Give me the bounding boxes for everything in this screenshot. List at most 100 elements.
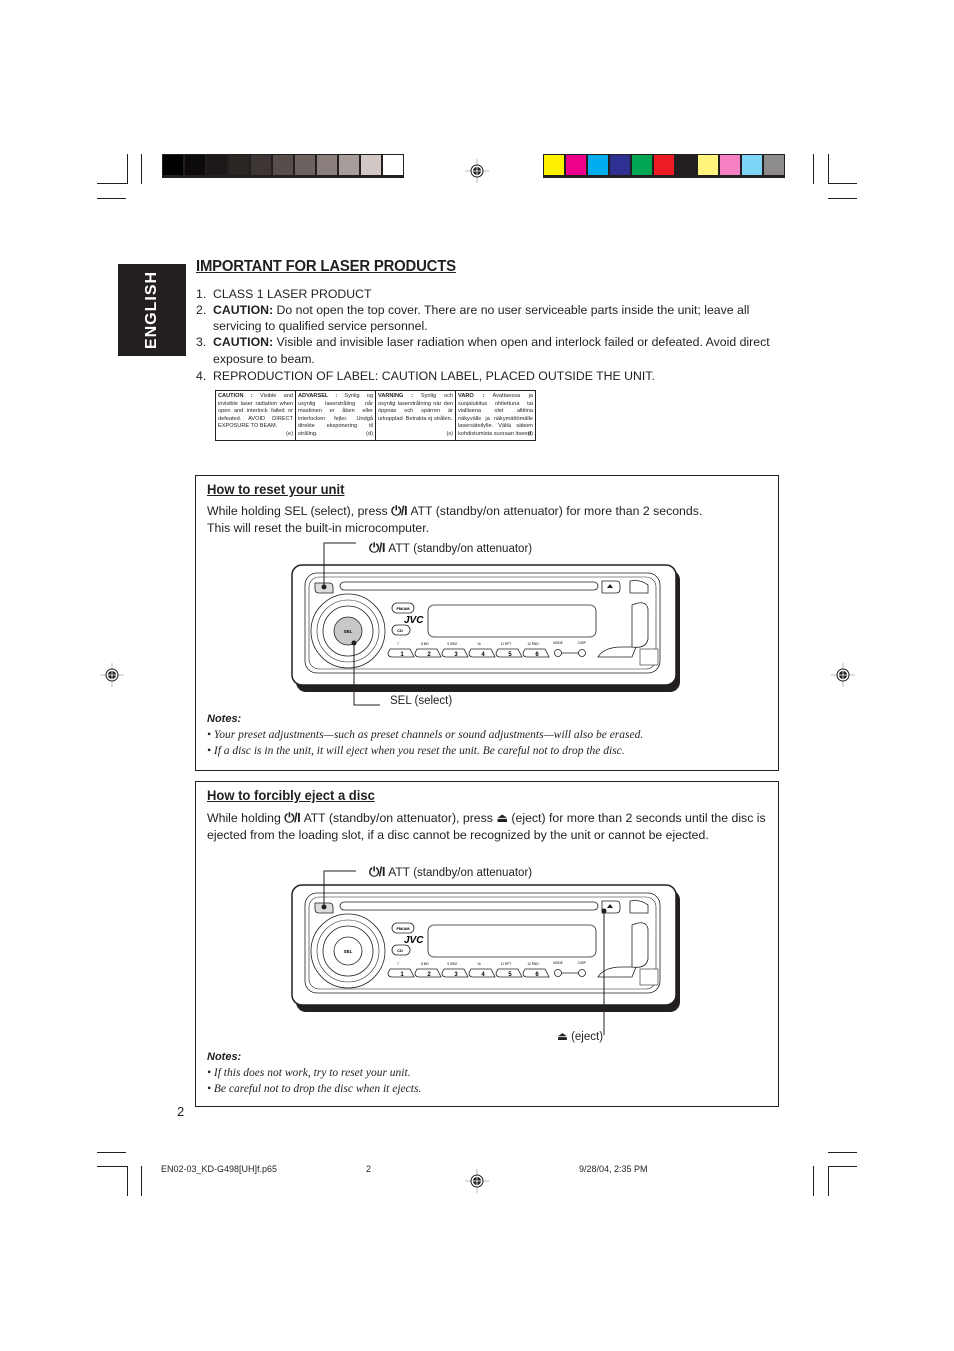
preset-caption: 8 MO <box>421 642 429 646</box>
grayscale-swatch <box>163 155 183 175</box>
note-item: • If this does not work, try to reset yo… <box>207 1067 411 1079</box>
car-stereo-illustration-eject: SELFM/AMCDJVC7 8 MO 9 SSM 10 11 RPT 12 RND1 2 3… <box>291 870 680 1035</box>
grayscale-swatch <box>229 155 249 175</box>
process-color-swatch <box>720 155 740 175</box>
mode-label: MODE <box>553 641 563 645</box>
leader-dot <box>321 904 327 910</box>
process-color-swatch <box>742 155 762 175</box>
note-item: • Your preset adjustments—such as preset… <box>207 729 644 741</box>
process-color-swatch <box>632 155 652 175</box>
crop-mark <box>813 154 814 184</box>
grayscale-swatch <box>185 155 205 175</box>
crop-mark <box>828 1152 857 1153</box>
registration-mark-icon <box>100 663 124 687</box>
crop-mark <box>828 198 857 199</box>
preset-caption: 10 <box>477 642 481 646</box>
preset-caption: 11 RPT <box>501 962 512 966</box>
cd-label: CD <box>397 628 403 633</box>
process-color-swatch <box>676 155 696 175</box>
preset-caption: 12 RND <box>527 642 539 646</box>
grayscale-swatch <box>361 155 381 175</box>
leader-dot <box>351 640 357 646</box>
grayscale-swatch <box>339 155 359 175</box>
grayscale-swatch <box>207 155 227 175</box>
fm-am-label: FM/AM <box>396 926 410 931</box>
reset-section-title: How to reset your unit <box>207 481 345 497</box>
page-number: 2 <box>177 1104 185 1119</box>
grayscale-color-bar <box>162 154 404 178</box>
detach-button <box>639 648 659 666</box>
leader-dot <box>601 908 607 914</box>
grayscale-swatch <box>383 155 403 175</box>
notes-title: Notes: <box>207 713 242 725</box>
disp-button <box>578 969 586 977</box>
laser-info-list: 1. CLASS 1 LASER PRODUCT 2. CAUTION: Do no… <box>196 286 786 384</box>
registration-mark-icon <box>831 663 855 687</box>
process-color-swatch <box>566 155 586 175</box>
preset-caption: 10 <box>477 962 481 966</box>
caution-label: CAUTION : Visible and invisible laser ra… <box>215 390 536 441</box>
preset-caption: 11 RPT <box>501 642 512 646</box>
power-icon: ⏻/I <box>284 810 301 825</box>
mode-button <box>554 649 562 657</box>
crop-mark <box>97 1152 126 1153</box>
brand-logo: JVC <box>404 935 424 946</box>
language-tab: ENGLISH <box>118 264 186 356</box>
preset-caption: 7 <box>397 642 399 646</box>
process-color-swatch <box>698 155 718 175</box>
process-color-bar <box>543 154 785 178</box>
crop-mark <box>127 1166 128 1196</box>
device-group: SELFM/AMCDJVC7 8 MO 9 SSM 10 11 RPT 12 RND1 2 3… <box>291 884 680 1012</box>
language-tab-label: ENGLISH <box>143 270 160 350</box>
footer-timestamp: 9/28/04, 2:35 PM <box>579 1164 648 1174</box>
list-item: 2. CAUTION: Do not open the top cover. Th… <box>196 303 750 333</box>
process-color-swatch <box>610 155 630 175</box>
disp-button <box>578 649 586 657</box>
list-item: 4. REPRODUCTION OF LABEL: CAUTION LABEL, … <box>196 369 655 383</box>
preset-caption: 12 RND <box>527 962 539 966</box>
reset-instructions: While holding SEL (select), press ⏻/I AT… <box>207 503 703 535</box>
sel-button-label: SEL <box>344 629 353 634</box>
preset-caption: 8 MO <box>421 962 429 966</box>
grayscale-swatch <box>317 155 337 175</box>
list-item: 1. CLASS 1 LASER PRODUCT <box>196 287 372 301</box>
caution-label-english: CAUTION : Visible and invisible laser ra… <box>216 391 296 440</box>
registration-mark-icon <box>465 1169 489 1193</box>
crop-mark <box>828 154 829 184</box>
crop-mark <box>141 1166 142 1196</box>
eject-section-title: How to forcibly eject a disc <box>207 787 375 803</box>
car-stereo-illustration-reset: SELFM/AMCDJVC7 8 MO 9 SSM 10 11 RPT 12 RND1 2 3… <box>291 542 680 706</box>
brand-logo: JVC <box>404 615 424 626</box>
display-window <box>427 604 597 638</box>
grayscale-swatch <box>273 155 293 175</box>
caution-label-swedish: VARNING : Synlig och osynlig laserstråln… <box>376 391 456 440</box>
arrow-buttons <box>631 602 649 648</box>
page-title: IMPORTANT FOR LASER PRODUCTS <box>196 258 456 275</box>
preset-caption: 9 SSM <box>447 642 457 646</box>
grayscale-swatch <box>295 155 315 175</box>
note-item: • Be careful not to drop the disc when i… <box>207 1083 422 1095</box>
crop-mark <box>141 154 142 184</box>
process-color-swatch <box>544 155 564 175</box>
crop-mark <box>828 1166 829 1196</box>
caution-label-danish: ADVARSEL : Synlig og usynlig laserstråli… <box>296 391 376 440</box>
list-item: 3. CAUTION: Visible and invisible laser r… <box>196 335 770 366</box>
cd-label: CD <box>397 948 403 953</box>
display-window <box>427 924 597 958</box>
crop-mark <box>97 198 126 199</box>
note-item: • If a disc is in the unit, it will ejec… <box>207 745 625 757</box>
process-color-swatch <box>764 155 784 175</box>
device-group: SELFM/AMCDJVC7 8 MO 9 SSM 10 11 RPT 12 RND1 2 3… <box>291 564 680 692</box>
eject-instructions: While holding ⏻/I ATT (standby/on attenu… <box>207 810 766 842</box>
fm-am-label: FM/AM <box>396 606 410 611</box>
mode-button <box>554 969 562 977</box>
process-color-swatch <box>588 155 608 175</box>
disp-label: DISP <box>578 961 585 965</box>
registration-mark-icon <box>465 159 489 183</box>
mode-label: MODE <box>553 961 563 965</box>
power-icon: ⏻/I <box>391 503 408 518</box>
crop-mark <box>97 1166 128 1167</box>
crop-mark <box>127 154 128 184</box>
grayscale-swatch <box>251 155 271 175</box>
preset-caption: 9 SSM <box>447 962 457 966</box>
